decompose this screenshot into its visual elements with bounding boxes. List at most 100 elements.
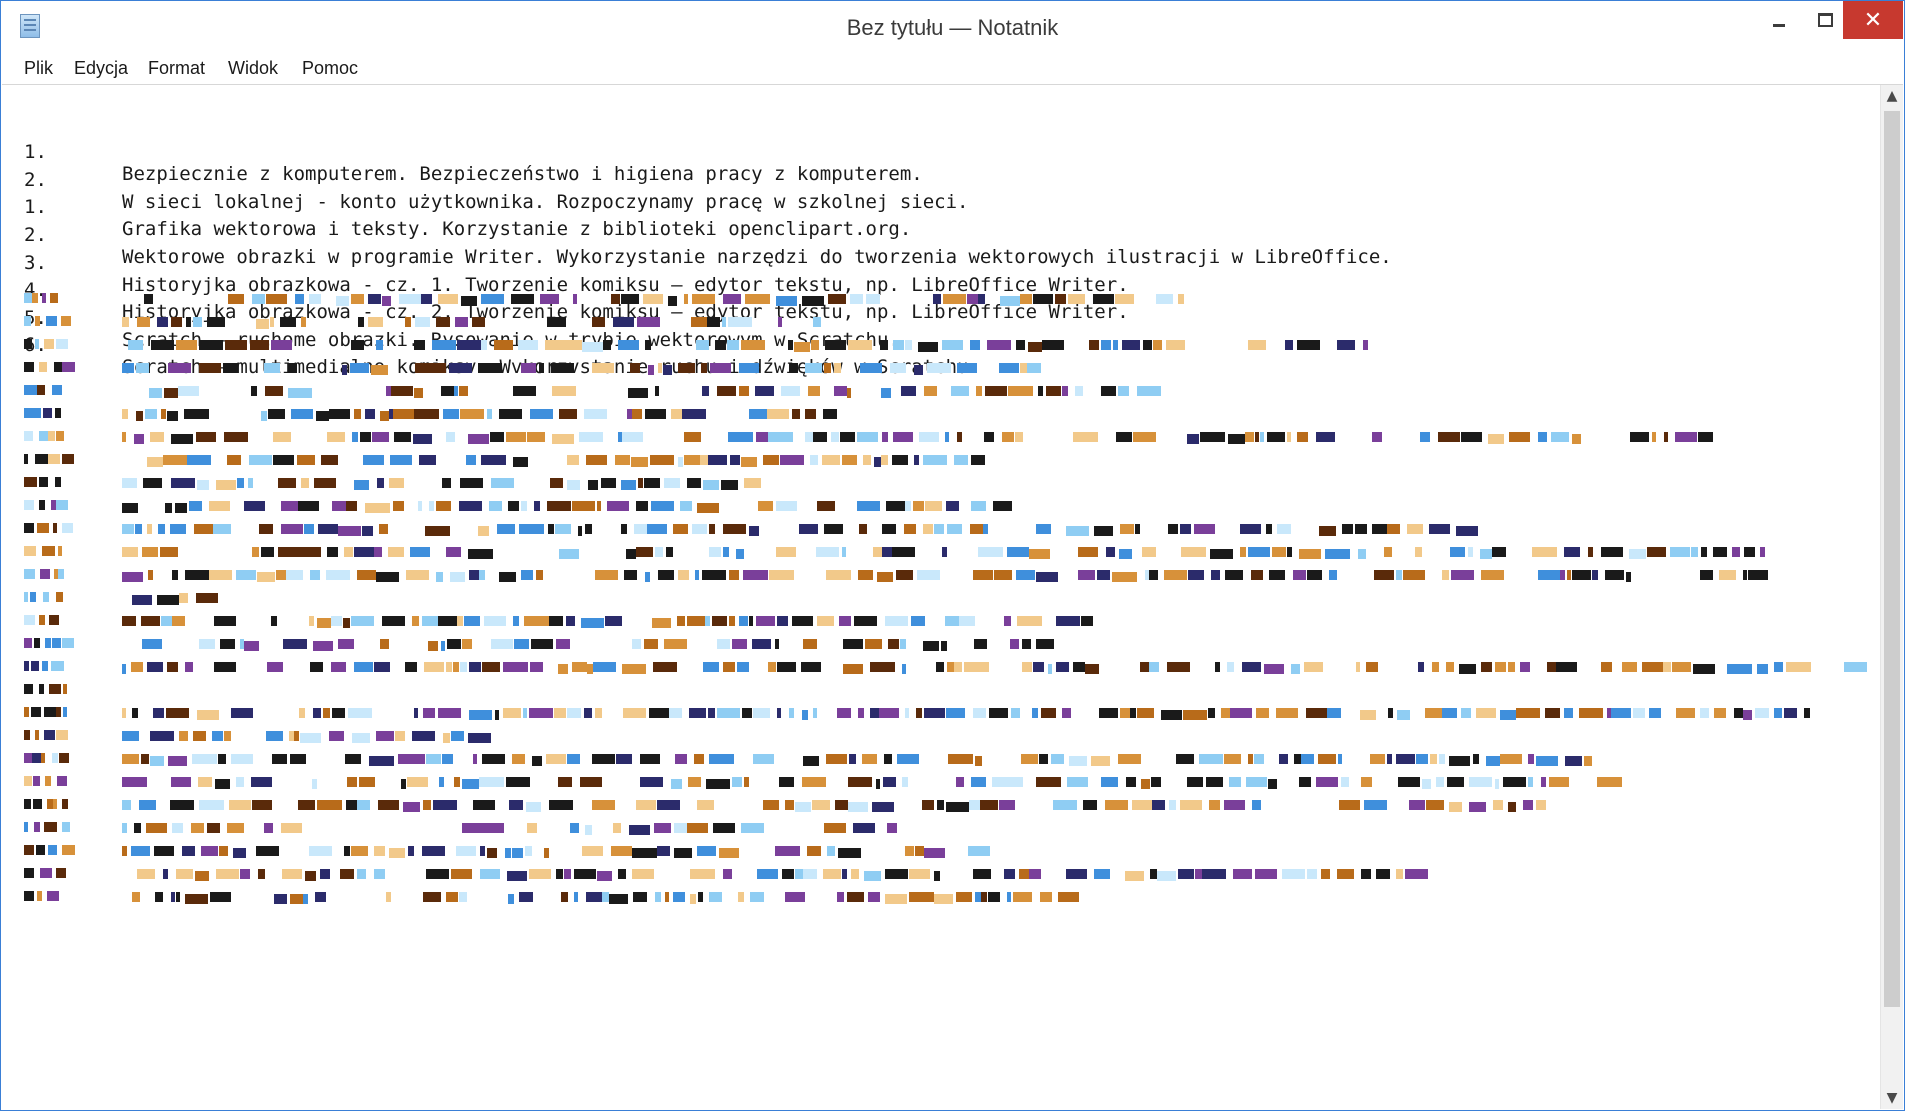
pixel-block (317, 547, 321, 557)
pixel-block (1291, 664, 1300, 674)
pixel-block (695, 570, 699, 580)
pixel-block (554, 708, 566, 718)
pixel-block (943, 294, 966, 304)
pixel-block (887, 823, 897, 833)
pixel-block (518, 340, 538, 350)
pixel-block (122, 777, 147, 787)
pixel-block (698, 892, 703, 902)
pixel-block (799, 524, 818, 534)
pixel-block (350, 363, 369, 373)
pixel-block (1264, 664, 1284, 674)
pixel-block (1013, 892, 1032, 902)
pixel-block (227, 455, 241, 465)
menu-help[interactable]: Pomoc (302, 58, 358, 79)
pixel-block (657, 800, 680, 810)
maximize-button[interactable] (1802, 1, 1848, 39)
pixel-block (703, 662, 719, 672)
pixel-block (618, 340, 639, 350)
pixel-block (1520, 662, 1530, 672)
pixel-block (24, 615, 35, 625)
pixel-block (1180, 524, 1191, 534)
pixelated-line (24, 638, 1064, 651)
pixel-block (382, 296, 391, 306)
scroll-thumb[interactable] (1884, 111, 1900, 1007)
pixel-block (911, 616, 925, 626)
pixel-block (857, 432, 878, 442)
pixel-block (999, 800, 1015, 810)
pixel-block (141, 754, 149, 764)
pixel-block (664, 478, 680, 488)
pixel-block (457, 340, 481, 350)
pixel-block (44, 339, 54, 349)
pixel-block (1468, 547, 1473, 557)
menu-edit[interactable]: Edycja (74, 58, 128, 79)
pixel-block (946, 501, 959, 511)
menu-view[interactable]: Widok (228, 58, 278, 79)
pixel-block (160, 547, 178, 557)
pixel-block (883, 777, 896, 787)
pixel-block (62, 822, 70, 832)
pixel-block (975, 756, 982, 766)
pixel-block (822, 455, 840, 465)
pixel-block (415, 317, 430, 327)
scroll-down-icon[interactable]: ▼ (1881, 1087, 1903, 1109)
pixel-block (882, 432, 888, 442)
pixel-block (1509, 432, 1530, 442)
pixel-block (792, 409, 800, 419)
pixel-block (450, 572, 465, 582)
pixel-block (185, 894, 208, 904)
menu-format[interactable]: Format (148, 58, 205, 79)
close-button[interactable]: ✕ (1843, 1, 1903, 39)
pixel-block (418, 501, 422, 511)
pixel-block (503, 662, 528, 672)
pixel-block (359, 777, 375, 787)
pixel-block (805, 409, 816, 419)
pixel-block (441, 386, 454, 396)
pixel-block (147, 524, 152, 534)
pixelated-line (24, 523, 1504, 536)
pixelated-line (24, 891, 1084, 904)
pixel-block (615, 455, 630, 465)
pixel-block (379, 524, 388, 534)
pixel-block (309, 616, 314, 626)
pixel-block (1046, 386, 1061, 396)
pixel-block (1081, 616, 1093, 626)
pixel-block (305, 871, 316, 881)
pixel-block (697, 503, 719, 513)
pixel-block (268, 409, 285, 419)
pixel-block (408, 846, 414, 856)
pixel-block (813, 317, 821, 327)
vertical-scrollbar[interactable]: ▲ ▼ (1880, 85, 1903, 1109)
pixel-block (155, 892, 163, 902)
pixel-block (993, 501, 1012, 511)
pixel-block (331, 616, 342, 626)
pixel-block (687, 616, 705, 626)
close-icon: ✕ (1863, 7, 1883, 33)
pixel-block (451, 731, 464, 741)
pixel-block (185, 570, 209, 580)
pixel-block (447, 639, 461, 649)
pixel-block (480, 869, 500, 879)
minimize-button[interactable] (1756, 1, 1802, 39)
pixel-block (927, 363, 951, 373)
pixel-block (1500, 710, 1516, 720)
pixel-block (131, 846, 150, 856)
pixel-block (1396, 869, 1403, 879)
pixel-block (207, 317, 225, 327)
pixel-block (233, 848, 246, 858)
title-bar[interactable]: Bez tytułu — Notatnik ✕ (1, 1, 1904, 53)
pixel-block (315, 892, 326, 902)
pixel-block (603, 340, 611, 350)
pixel-block (53, 799, 57, 809)
text-editor[interactable]: 1. Bezpiecznie z komputerem. Bezpieczeńs… (2, 85, 1882, 1109)
pixel-block (1675, 432, 1697, 442)
pixel-block (584, 409, 607, 419)
pixel-block (1774, 662, 1783, 672)
scroll-up-icon[interactable]: ▲ (1881, 85, 1903, 107)
menu-file[interactable]: Plik (24, 58, 53, 79)
pixel-block (240, 869, 250, 879)
pixel-block (632, 869, 654, 879)
pixel-block (1048, 664, 1052, 674)
pixel-block (824, 524, 843, 534)
pixel-block (403, 802, 420, 812)
